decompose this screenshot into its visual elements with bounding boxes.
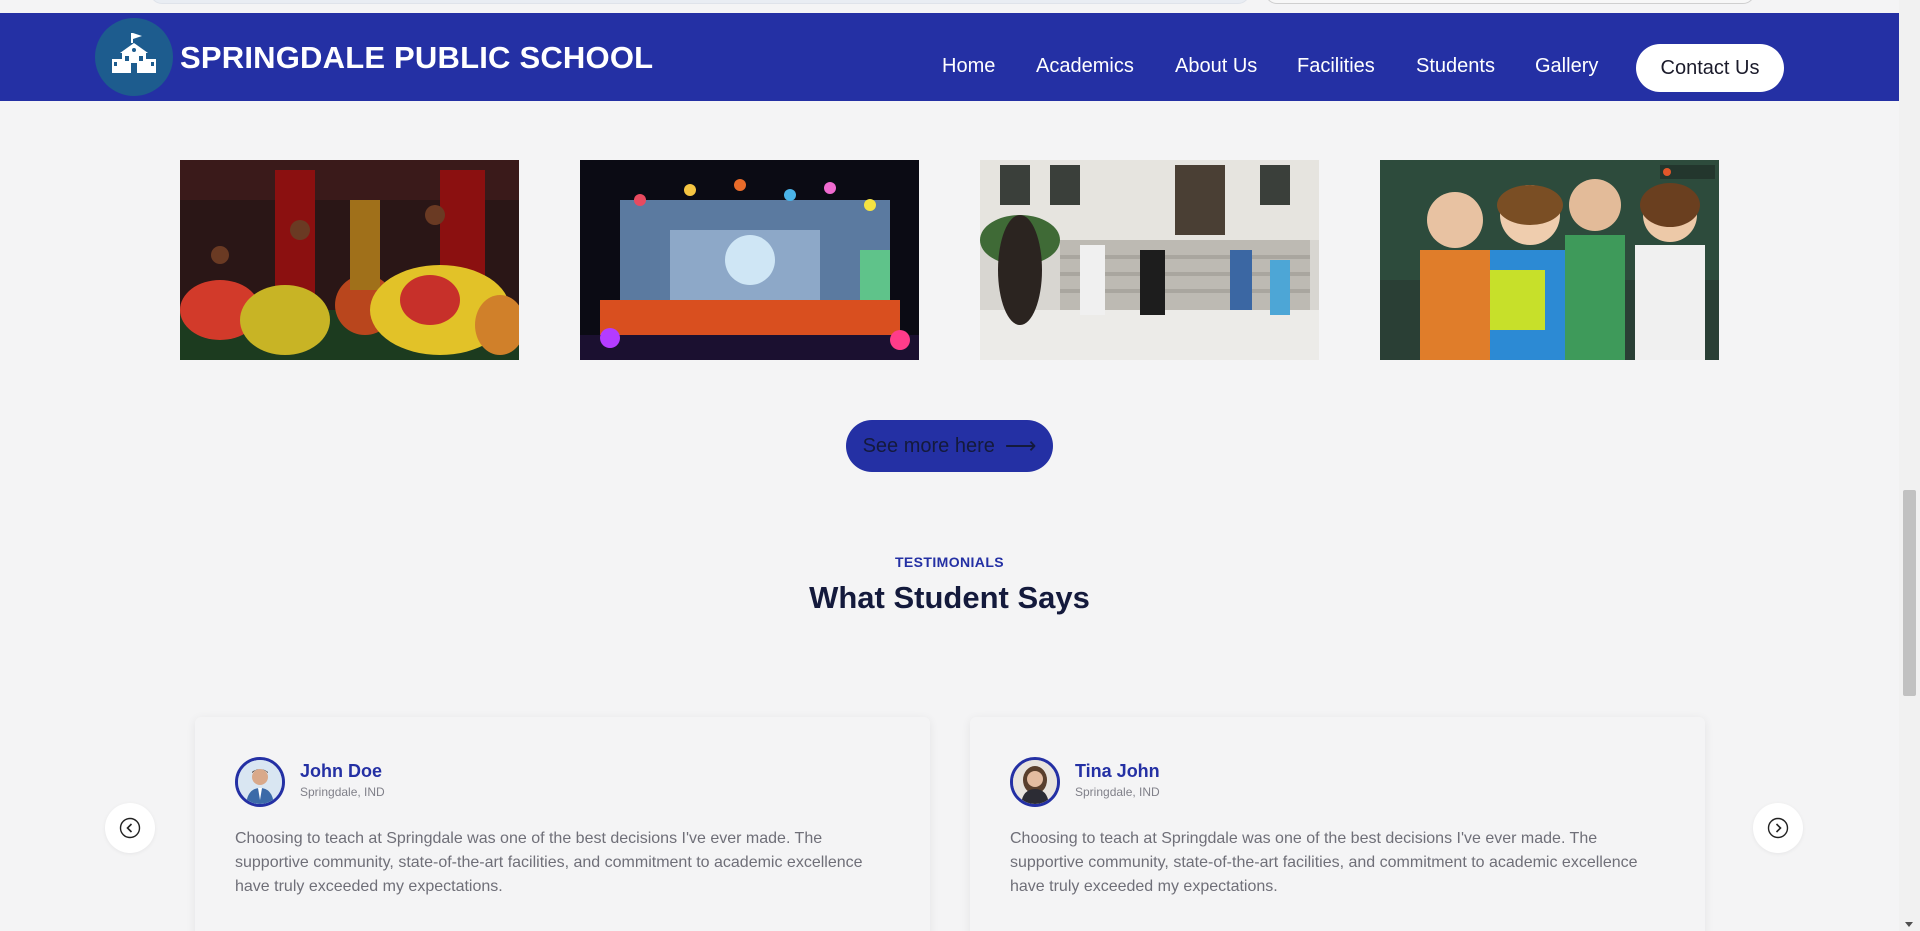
- section-eyebrow: TESTIMONIALS: [894, 554, 1005, 570]
- section-title: What Student Says: [809, 580, 1090, 615]
- school-name[interactable]: SPRINGDALE PUBLIC SCHOOL: [180, 40, 653, 76]
- testimonial-author-location: Springdale, IND: [300, 785, 385, 799]
- carousel-next-button[interactable]: [1753, 803, 1803, 853]
- testimonial-author-name: Tina John: [1075, 761, 1160, 781]
- nav-gallery[interactable]: Gallery: [1535, 55, 1598, 78]
- testimonial-card: John Doe Springdale, IND Choosing to tea…: [195, 717, 930, 931]
- avatar: [235, 757, 285, 807]
- chevron-right-circle-icon: [1767, 817, 1789, 839]
- contact-us-button[interactable]: Contact Us: [1636, 44, 1784, 92]
- browser-top-strip: [0, 0, 1899, 13]
- nav-home[interactable]: Home: [942, 55, 995, 78]
- testimonial-card: Tina John Springdale, IND Choosing to te…: [970, 717, 1705, 931]
- avatar: [1010, 757, 1060, 807]
- school-building-icon: [112, 33, 156, 73]
- nav-students[interactable]: Students: [1416, 55, 1495, 78]
- chevron-left-circle-icon: [119, 817, 141, 839]
- students-group-image[interactable]: [1380, 160, 1719, 360]
- testimonial-author-name: John Doe: [300, 761, 383, 781]
- nav-about-us[interactable]: About Us: [1175, 55, 1257, 78]
- scroll-down-arrow-icon[interactable]: [1905, 922, 1913, 927]
- scrollbar-thumb[interactable]: [1903, 490, 1916, 696]
- see-more-button[interactable]: See more here ⟶: [846, 420, 1053, 472]
- nav-facilities[interactable]: Facilities: [1297, 55, 1375, 78]
- page-scrollbar[interactable]: [1899, 0, 1920, 931]
- testimonial-text: Choosing to teach at Springdale was one …: [1010, 830, 1638, 895]
- secondary-search-bar[interactable]: [1265, 0, 1755, 4]
- testimonial-text: Choosing to teach at Springdale was one …: [235, 830, 863, 895]
- school-logo[interactable]: [95, 18, 173, 96]
- arrow-right-icon: ⟶: [1004, 433, 1037, 458]
- dance-performance-image[interactable]: [180, 160, 519, 360]
- stage-show-image[interactable]: [580, 160, 919, 360]
- search-bar[interactable]: [150, 0, 1250, 4]
- nav-academics[interactable]: Academics: [1036, 55, 1134, 78]
- see-more-label: See more here: [862, 434, 995, 457]
- testimonial-author-location: Springdale, IND: [1075, 785, 1160, 799]
- carousel-prev-button[interactable]: [105, 803, 155, 853]
- students-walking-image[interactable]: [980, 160, 1319, 360]
- site-navbar: SPRINGDALE PUBLIC SCHOOL Home Academics …: [0, 13, 1899, 101]
